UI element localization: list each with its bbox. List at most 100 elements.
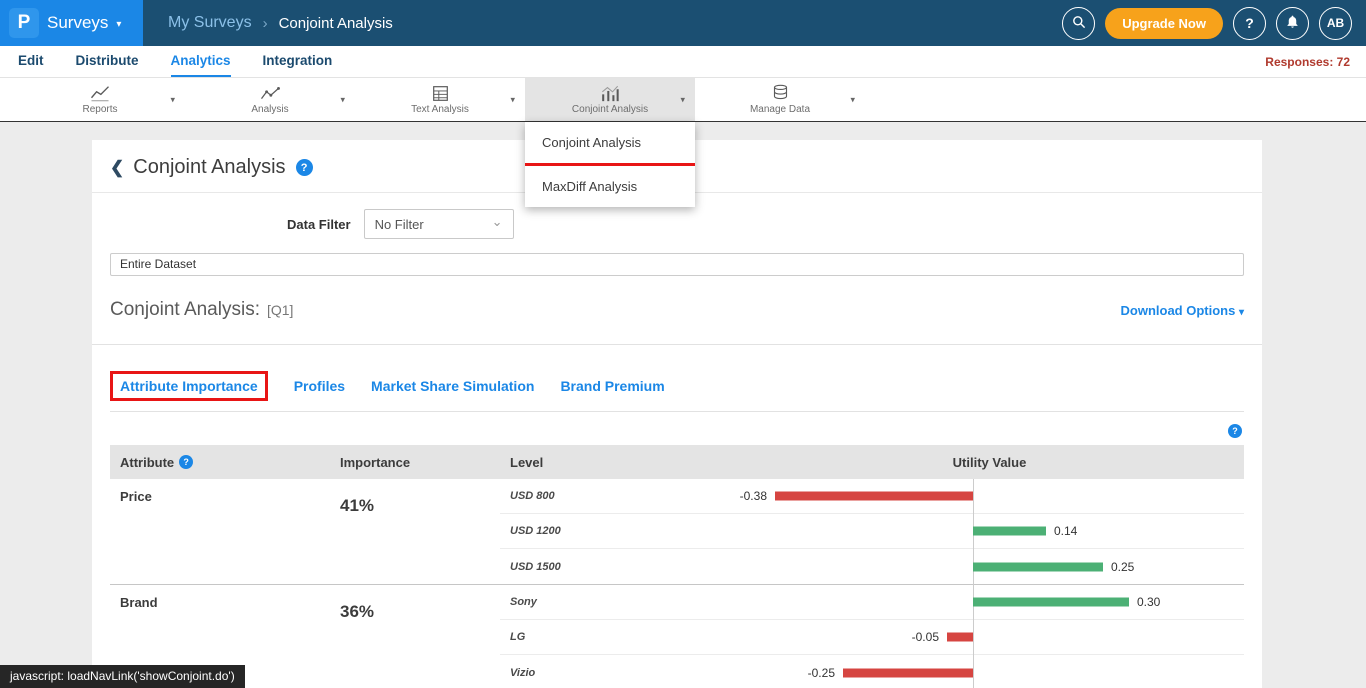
col-header-attribute-label: Attribute — [120, 455, 174, 470]
utility-table-body: Price41%USD 800 -0.38 USD 12000.14USD 1500… — [110, 479, 1244, 688]
bell-icon — [1285, 14, 1300, 32]
utility-bar-cell: -0.38 — [735, 479, 1244, 513]
help-button[interactable]: ? — [1233, 7, 1266, 40]
section-title-text: Conjoint Analysis: — [110, 299, 260, 320]
col-header-importance: Importance — [330, 455, 500, 470]
conjoint-chart-icon — [599, 84, 621, 102]
breadcrumb-my-surveys[interactable]: My Surveys — [168, 14, 252, 32]
toolbar-item-label: Manage Data — [750, 104, 810, 115]
level-row-vizio: Vizio-0.25 — [500, 655, 1244, 688]
importance-value: 36% — [330, 585, 500, 688]
responses-count: Responses: 72 — [1265, 55, 1350, 69]
analysis-chart-icon — [259, 84, 281, 102]
toolbar: Reports▾Analysis▾Text Analysis▾Conjoint … — [0, 78, 1366, 122]
toolbar-item-analysis[interactable]: Analysis ▾ — [185, 78, 355, 121]
level-label: Vizio — [500, 667, 735, 679]
search-button[interactable] — [1062, 7, 1095, 40]
level-row-usd-1500: USD 15000.25 — [500, 549, 1244, 584]
level-row-lg: LG-0.05 — [500, 620, 1244, 655]
toolbar-item-conjoint-analysis[interactable]: Conjoint Analysis ▾ — [525, 78, 695, 121]
main-area: ❮ Conjoint Analysis ? Data Filter No Fil… — [0, 140, 1366, 688]
level-row-usd-1200: USD 12000.14 — [500, 514, 1244, 549]
attribute-group-brand: Brand36%Sony0.30LG-0.05Vizio-0.25 — [110, 585, 1244, 688]
chevron-down-icon: ▾ — [1239, 307, 1244, 318]
brand-section[interactable]: P Surveys ▾ — [0, 0, 143, 46]
questionpro-logo[interactable]: P — [9, 8, 39, 38]
tab-profiles[interactable]: Profiles — [294, 378, 345, 394]
chevron-down-icon[interactable]: ▾ — [510, 94, 515, 105]
col-header-attribute: Attribute ? — [110, 455, 330, 470]
utility-bar — [843, 668, 973, 677]
level-label: Sony — [500, 596, 735, 608]
text-analysis-icon — [431, 84, 450, 102]
download-options-link[interactable]: Download Options ▾ — [1121, 303, 1244, 318]
nav-tab-edit[interactable]: Edit — [18, 46, 44, 77]
page-help-icon[interactable]: ? — [296, 159, 313, 176]
avatar[interactable]: AB — [1319, 7, 1352, 40]
dropdown-item-conjoint-analysis[interactable]: Conjoint Analysis — [525, 122, 695, 163]
data-filter-select[interactable]: No Filter ⌄ — [364, 209, 514, 239]
importance-value: 41% — [330, 479, 500, 584]
tab-attribute-importance[interactable]: Attribute Importance — [110, 371, 268, 401]
utility-table: Attribute ? Importance Level Utility Val… — [110, 445, 1244, 688]
table-help-row: ? — [112, 421, 1242, 439]
toolbar-item-label: Reports — [82, 104, 117, 115]
dropdown-item-maxdiff-analysis[interactable]: MaxDiff Analysis — [525, 166, 695, 207]
toolbar-item-label: Conjoint Analysis — [572, 104, 648, 115]
chevron-down-icon[interactable]: ▾ — [116, 19, 121, 30]
chevron-down-icon[interactable]: ▾ — [340, 94, 345, 105]
utility-bar-cell: -0.05 — [735, 620, 1244, 654]
breadcrumb-current: Conjoint Analysis — [279, 15, 393, 32]
topbar: P Surveys ▾ My Surveys › Conjoint Analys… — [0, 0, 1366, 46]
dataset-field[interactable]: Entire Dataset — [110, 253, 1244, 276]
chevron-down-icon[interactable]: ▾ — [680, 94, 685, 105]
nav-tab-analytics[interactable]: Analytics — [171, 46, 231, 77]
divider — [92, 344, 1262, 345]
nav-tabs: Edit Distribute Analytics Integration — [18, 46, 332, 77]
upgrade-button[interactable]: Upgrade Now — [1105, 8, 1223, 39]
download-options-label: Download Options — [1121, 303, 1236, 318]
utility-value-label: 0.30 — [1137, 595, 1160, 609]
tab-brand-premium[interactable]: Brand Premium — [560, 378, 664, 394]
utility-bar-cell: -0.25 — [735, 655, 1244, 688]
question-icon: ? — [1245, 15, 1254, 31]
conjoint-dropdown-menu: Conjoint AnalysisMaxDiff Analysis — [525, 122, 695, 207]
toolbar-item-manage-data[interactable]: Manage Data ▾ — [695, 78, 865, 121]
chevron-down-icon: ⌄ — [492, 214, 503, 230]
level-label: USD 800 — [500, 490, 735, 502]
attribute-help-icon[interactable]: ? — [179, 455, 193, 469]
content-card: ❮ Conjoint Analysis ? Data Filter No Fil… — [92, 140, 1262, 688]
chevron-down-icon[interactable]: ▾ — [850, 94, 855, 105]
chevron-down-icon[interactable]: ▾ — [170, 94, 175, 105]
notifications-button[interactable] — [1276, 7, 1309, 40]
levels: Sony0.30LG-0.05Vizio-0.25 — [500, 585, 1244, 688]
toolbar-item-label: Analysis — [251, 104, 288, 115]
survey-nav: Edit Distribute Analytics Integration Respo… — [0, 46, 1366, 78]
data-filter-value: No Filter — [375, 217, 424, 232]
toolbar-item-reports[interactable]: Reports ▾ — [15, 78, 185, 121]
col-header-utility: Utility Value — [735, 455, 1244, 470]
question-reference: [Q1] — [267, 302, 293, 318]
status-link-tooltip: javascript: loadNavLink('showConjoint.do… — [0, 665, 245, 688]
product-switcher-label[interactable]: Surveys — [47, 13, 108, 33]
level-row-sony: Sony 0.30 — [500, 585, 1244, 620]
utility-value-label: -0.38 — [740, 489, 767, 503]
table-help-icon[interactable]: ? — [1228, 424, 1242, 438]
nav-tab-integration[interactable]: Integration — [263, 46, 333, 77]
toolbar-item-text-analysis[interactable]: Text Analysis▾ — [355, 78, 525, 121]
utility-table-header: Attribute ? Importance Level Utility Val… — [110, 445, 1244, 479]
utility-value-label: 0.25 — [1111, 560, 1134, 574]
utility-bar-cell: 0.25 — [735, 549, 1244, 584]
breadcrumb: My Surveys › Conjoint Analysis — [168, 14, 393, 32]
breadcrumb-separator-icon: › — [263, 15, 268, 32]
attribute-name: Price — [110, 479, 330, 584]
section-title: Conjoint Analysis: [Q1] — [110, 299, 293, 321]
back-chevron-icon[interactable]: ❮ — [110, 158, 124, 178]
report-tabs: Attribute Importance Profiles Market Share… — [110, 371, 1244, 412]
level-row-usd-800: USD 800 -0.38 — [500, 479, 1244, 514]
nav-tab-distribute[interactable]: Distribute — [76, 46, 139, 77]
utility-bar — [775, 492, 973, 501]
tab-market-share-simulation[interactable]: Market Share Simulation — [371, 378, 534, 394]
search-icon — [1071, 14, 1087, 33]
data-filter-label: Data Filter — [287, 217, 351, 232]
